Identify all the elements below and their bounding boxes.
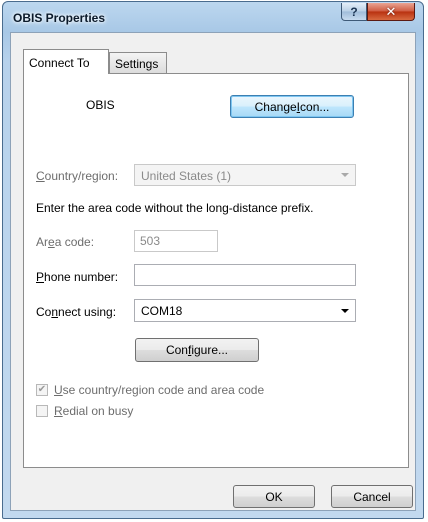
chevron-down-icon — [341, 308, 349, 313]
area-code-instruction: Enter the area code without the long-dis… — [36, 201, 314, 215]
chevron-down-icon — [341, 173, 349, 177]
phone-number-input[interactable] — [134, 264, 356, 286]
use-country-code-label: Use country/region code and area code — [54, 383, 265, 397]
close-icon: ✕ — [385, 3, 397, 19]
cancel-label: Cancel — [353, 489, 391, 504]
ok-button[interactable]: OK — [233, 485, 315, 508]
configure-button[interactable]: Con f igure... — [135, 338, 259, 362]
redial-on-busy-checkbox[interactable] — [36, 405, 48, 417]
dialog-client-area: Connect To Settings OBIS Change Icon... … — [10, 32, 416, 511]
use-country-code-checkbox[interactable]: ✔ — [36, 384, 48, 396]
area-code-label: Area code: — [36, 235, 95, 249]
tab-connect-to-label: Connect To — [29, 56, 90, 70]
phone-number-label: Phone number: — [36, 270, 119, 284]
change-icon-label-pre: Change — [254, 99, 297, 114]
country-region-value: United States (1) — [141, 169, 232, 183]
title-bar[interactable]: OBIS Properties ? ✕ — [3, 2, 423, 32]
obis-properties-dialog: OBIS Properties ? ✕ Connect To Settings … — [2, 1, 424, 519]
redial-on-busy-label: Redial on busy — [54, 404, 134, 418]
connect-using-select[interactable]: COM18 — [134, 299, 356, 322]
country-region-select[interactable]: United States (1) — [134, 164, 356, 186]
area-code-value: 503 — [140, 234, 161, 248]
change-icon-label-post: con... — [300, 99, 330, 114]
tab-settings-label: Settings — [115, 57, 159, 71]
connect-to-panel: OBIS Change Icon... Country/region: Unit… — [23, 73, 409, 468]
close-button[interactable]: ✕ — [367, 3, 415, 21]
tab-settings[interactable]: Settings — [109, 52, 167, 73]
help-icon: ? — [350, 4, 358, 19]
window-title: OBIS Properties — [13, 11, 106, 25]
connect-using-label: Connect using: — [36, 305, 117, 319]
ok-label: OK — [265, 489, 283, 504]
area-code-input[interactable]: 503 — [134, 230, 218, 252]
checkmark-icon: ✔ — [37, 384, 47, 395]
tab-connect-to[interactable]: Connect To — [23, 49, 109, 74]
change-icon-button[interactable]: Change Icon... — [230, 95, 354, 118]
connection-name: OBIS — [86, 98, 115, 112]
configure-label-post: igure... — [191, 343, 229, 357]
connect-using-value: COM18 — [141, 304, 183, 318]
configure-label-pre: Con — [165, 343, 188, 357]
help-button[interactable]: ? — [341, 3, 367, 21]
cancel-button[interactable]: Cancel — [331, 485, 413, 508]
country-region-label: Country/region: — [36, 169, 119, 183]
